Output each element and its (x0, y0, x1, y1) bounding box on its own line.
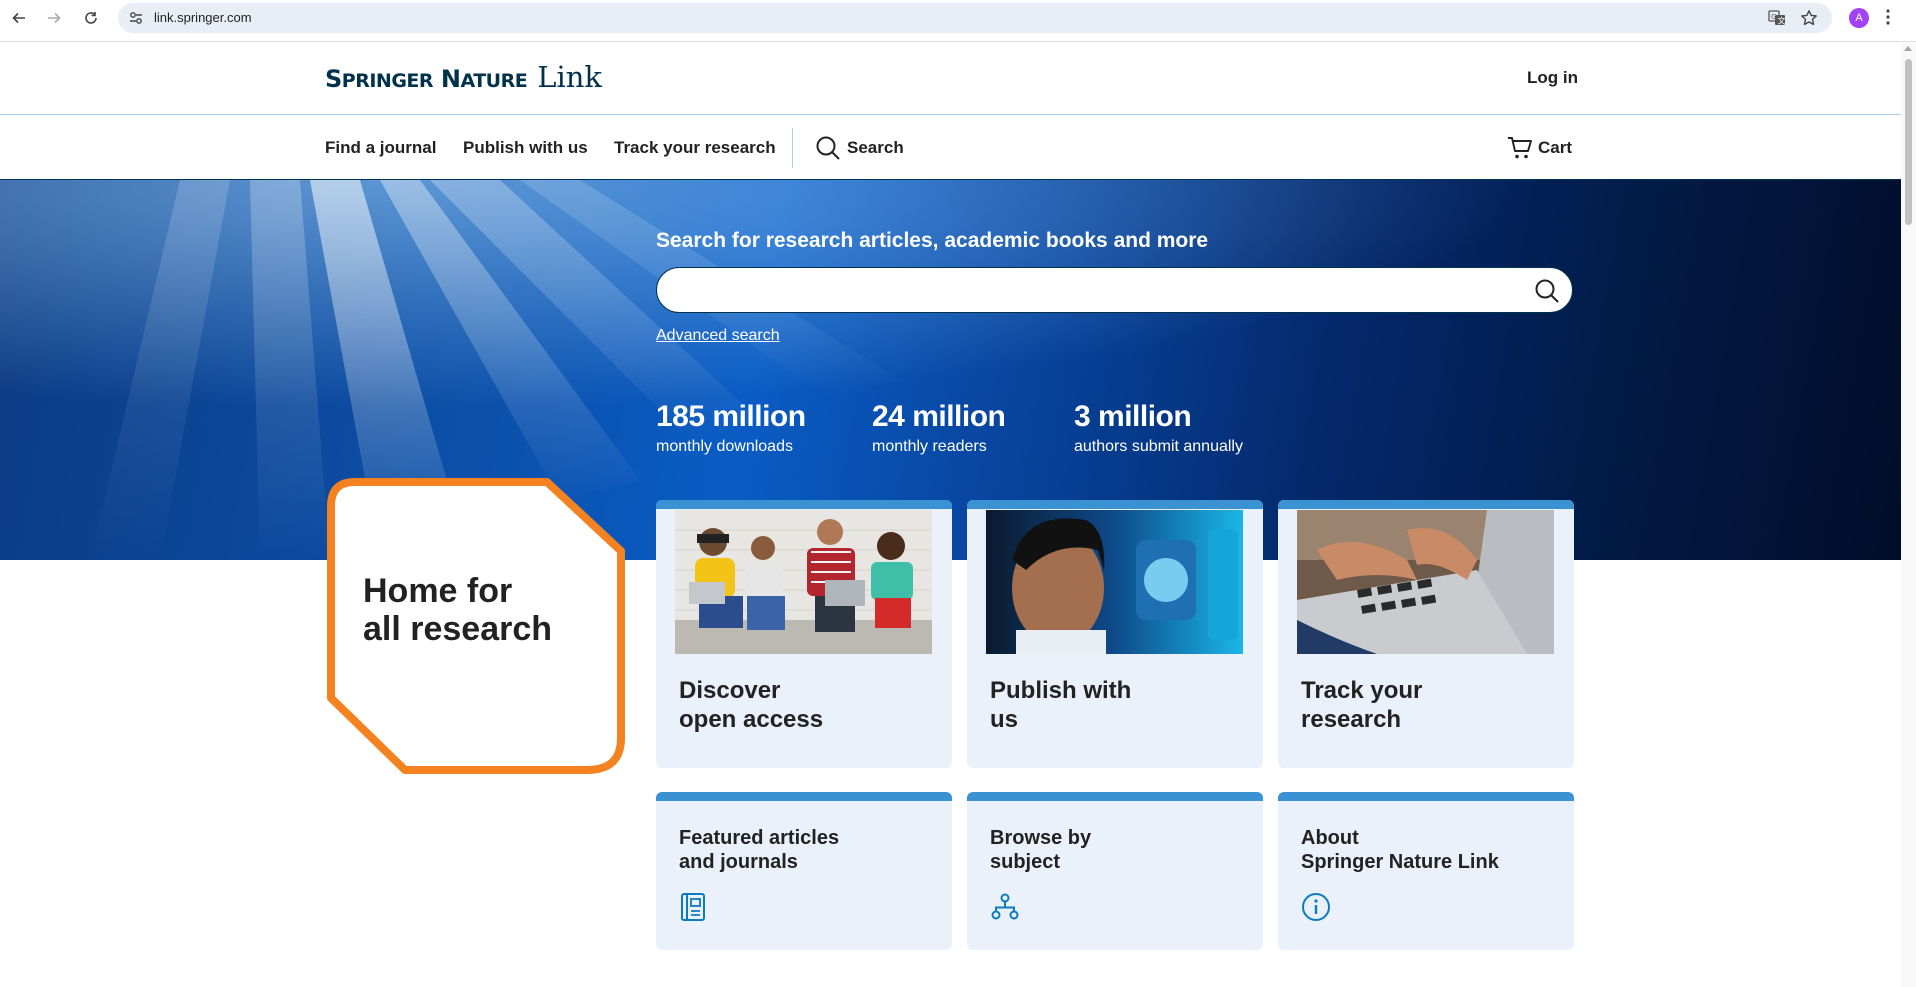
back-arrow-icon[interactable] (10, 9, 28, 27)
card-discover-open-access[interactable]: Discover open access (656, 500, 952, 768)
search-icon[interactable] (815, 135, 841, 166)
advanced-search-link[interactable]: Advanced search (656, 327, 780, 345)
card-accent-bar (656, 500, 952, 509)
card-accent-bar (1278, 500, 1574, 509)
nav-cart-button[interactable]: Cart (1538, 138, 1572, 158)
springer-nature-link-logo[interactable]: SPRINGER NATURE Link (325, 60, 602, 94)
browser-menu-icon[interactable] (1886, 8, 1890, 31)
card-about-springer-nature-link[interactable]: About Springer Nature Link (1278, 792, 1574, 950)
subject-tree-icon (990, 892, 1020, 927)
address-bar[interactable]: link.springer.com 文G (118, 3, 1832, 33)
card-title[interactable]: Browse by subject (990, 826, 1091, 874)
hero-search-input[interactable] (656, 267, 1573, 313)
card-title[interactable]: Featured articles and journals (679, 826, 839, 874)
nav-divider (792, 128, 793, 168)
card-title[interactable]: About Springer Nature Link (1301, 826, 1499, 874)
students-photo (675, 510, 932, 654)
stat-label: monthly readers (872, 438, 987, 455)
browser-toolbar: link.springer.com 文G A (0, 0, 1916, 42)
stat-label: authors submit annually (1074, 438, 1243, 455)
site-header: SPRINGER NATURE Link Log in (0, 43, 1901, 115)
profile-avatar[interactable]: A (1849, 8, 1869, 28)
researcher-microscope-photo (986, 510, 1243, 654)
nav-search-button[interactable]: Search (847, 138, 904, 158)
url-text[interactable]: link.springer.com (154, 10, 252, 25)
home-for-all-research-box: Home for all research (325, 476, 627, 776)
translate-icon[interactable]: 文G (1768, 9, 1786, 32)
card-accent-bar (967, 792, 1263, 801)
page-scrollbar[interactable] (1901, 43, 1916, 987)
card-featured-articles[interactable]: Featured articles and journals (656, 792, 952, 950)
card-publish-with-us[interactable]: Publish with us (967, 500, 1263, 768)
card-track-research[interactable]: Track your research (1278, 500, 1574, 768)
card-accent-bar (967, 500, 1263, 509)
cart-icon[interactable] (1507, 135, 1533, 166)
login-link[interactable]: Log in (1527, 68, 1578, 88)
logo-brand: SPRINGER NATURE (325, 65, 528, 93)
laptop-typing-photo (1297, 510, 1554, 654)
stat-label: monthly downloads (656, 438, 793, 455)
stat-readers: 24 million monthly readers (872, 400, 1006, 456)
logo-link-word: Link (537, 60, 603, 94)
bookmark-star-icon[interactable] (1800, 9, 1818, 32)
stat-authors: 3 million authors submit annually (1074, 400, 1243, 456)
main-nav: Find a journal Publish with us Track you… (0, 116, 1901, 180)
hero-search-submit-icon[interactable] (1534, 278, 1560, 309)
card-accent-bar (1278, 792, 1574, 801)
card-browse-by-subject[interactable]: Browse by subject (967, 792, 1263, 950)
svg-text:文: 文 (1778, 16, 1786, 26)
home-heading: Home for all research (363, 572, 553, 648)
card-title[interactable]: Track your research (1301, 676, 1422, 734)
nav-publish-with-us[interactable]: Publish with us (463, 138, 588, 158)
reload-icon[interactable] (82, 9, 100, 27)
hero-title: Search for research articles, academic b… (656, 229, 1209, 252)
stat-number: 24 million (872, 400, 1006, 433)
info-icon (1301, 892, 1331, 927)
stat-number: 3 million (1074, 400, 1192, 433)
nav-track-research[interactable]: Track your research (614, 138, 776, 158)
card-accent-bar (656, 792, 952, 801)
site-info-icon[interactable] (128, 10, 144, 31)
journal-icon (679, 892, 707, 927)
stat-downloads: 185 million monthly downloads (656, 400, 806, 456)
scrollbar-thumb[interactable] (1905, 59, 1912, 225)
forward-arrow-icon[interactable] (45, 9, 63, 27)
card-title[interactable]: Discover open access (679, 676, 823, 734)
stat-number: 185 million (656, 400, 806, 433)
svg-text:G: G (1771, 13, 1776, 21)
nav-find-journal[interactable]: Find a journal (325, 138, 436, 158)
card-title[interactable]: Publish with us (990, 676, 1131, 734)
scroll-up-arrow-icon[interactable] (1904, 46, 1912, 51)
